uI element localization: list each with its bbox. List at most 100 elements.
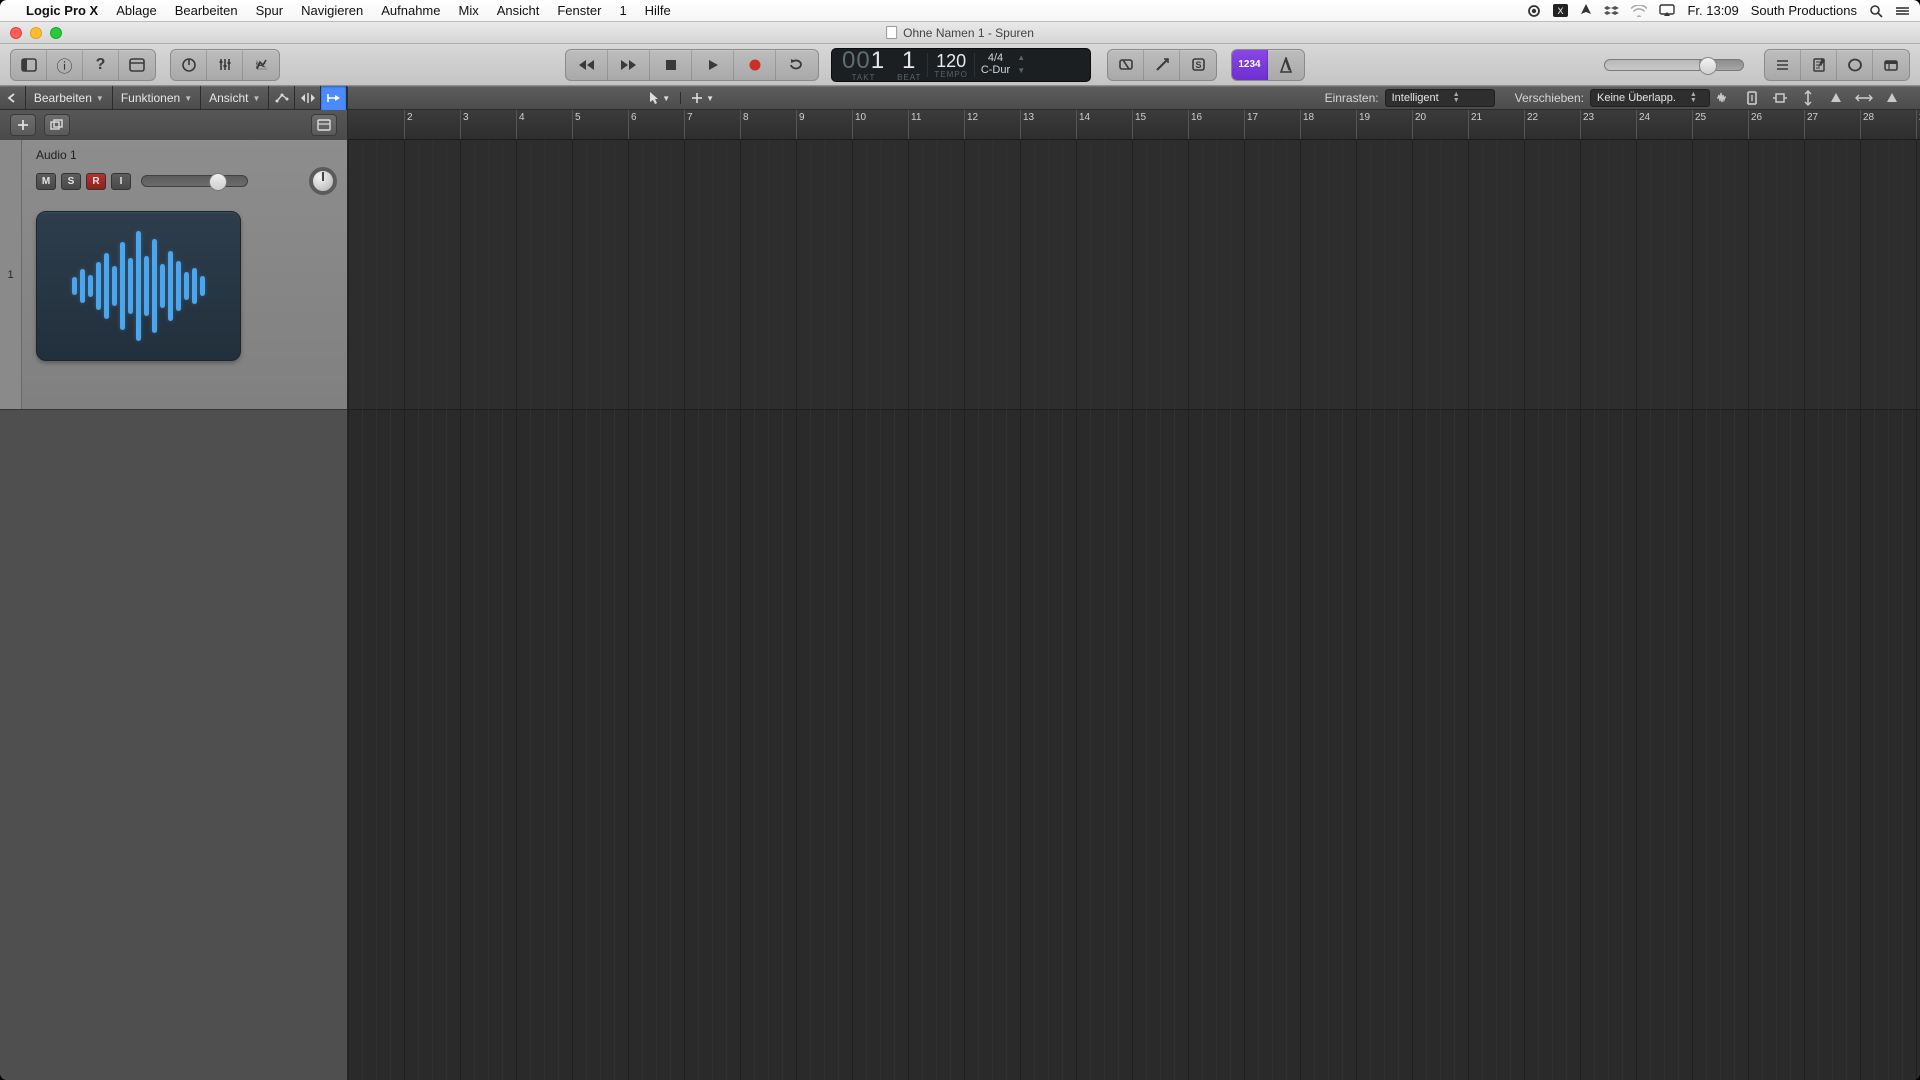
cycle-button[interactable]: [776, 50, 818, 80]
lcd-key[interactable]: C-Dur: [981, 65, 1010, 76]
volume-thumb[interactable]: [1699, 57, 1717, 75]
lcd-tempo-label: TEMPO: [934, 70, 967, 79]
vzoom-thumb[interactable]: [1822, 86, 1850, 110]
left-panel-buttons: ⓘ ?: [10, 49, 156, 81]
arrange-area[interactable]: [348, 140, 1920, 1080]
left-click-tool[interactable]: ▼: [638, 91, 680, 105]
lcd-bar[interactable]: 1: [871, 47, 885, 74]
control-center-icon[interactable]: [1895, 5, 1910, 17]
location-icon[interactable]: [1580, 4, 1592, 18]
metronome-button[interactable]: [1268, 50, 1304, 80]
region-zoom-button[interactable]: [1766, 86, 1794, 110]
timeline-ruler[interactable]: 2345678910111213141516171819202122232425…: [348, 110, 1920, 140]
tray-box-icon[interactable]: X: [1553, 4, 1568, 17]
airplay-icon[interactable]: [1659, 4, 1675, 17]
master-volume-slider[interactable]: [1604, 59, 1744, 71]
mixer-button[interactable]: [207, 50, 243, 80]
loops-button[interactable]: [1837, 50, 1873, 80]
lcd-timesig[interactable]: 4/4: [988, 53, 1003, 64]
autopunch-button[interactable]: [1144, 50, 1180, 80]
track-name[interactable]: Audio 1: [36, 148, 337, 162]
record-button[interactable]: [734, 50, 776, 80]
track-icon[interactable]: [36, 211, 241, 361]
close-window-button[interactable]: [10, 27, 22, 39]
menu-ansicht[interactable]: Ansicht: [497, 3, 540, 18]
replace-button[interactable]: [1108, 50, 1144, 80]
snap-label: Einrasten:: [1325, 91, 1379, 105]
solo-button[interactable]: S: [1180, 50, 1216, 80]
zoom-v-slider-toggle[interactable]: [1794, 86, 1822, 110]
list-editors-button[interactable]: [1765, 50, 1801, 80]
menubar-clock[interactable]: Fr. 13:09: [1687, 3, 1738, 18]
track-header[interactable]: 1 Audio 1 M S R I: [0, 140, 347, 410]
track-volume-slider[interactable]: [141, 175, 248, 187]
drag-dropdown[interactable]: Keine Überlapp. ▲▼: [1590, 89, 1710, 107]
catch-button[interactable]: [321, 86, 347, 110]
hzoom-thumb[interactable]: [1878, 86, 1906, 110]
input-monitor-button[interactable]: I: [111, 173, 131, 190]
track-list: 1 Audio 1 M S R I: [0, 140, 348, 1080]
menu-bearbeiten[interactable]: Bearbeiten: [175, 3, 238, 18]
toolbar-toggle-button[interactable]: [119, 50, 155, 80]
track-volume-thumb[interactable]: [209, 173, 227, 191]
drag-label: Verschieben:: [1515, 91, 1584, 105]
macos-menubar: Logic Pro X Ablage Bearbeiten Spur Navig…: [0, 0, 1920, 22]
waveform-zoom-button[interactable]: [1710, 86, 1738, 110]
lcd-beat[interactable]: 1: [902, 47, 916, 75]
zoom-window-button[interactable]: [50, 27, 62, 39]
mute-button[interactable]: M: [36, 173, 56, 190]
tracks-menu-bearbeiten[interactable]: Bearbeiten▼: [26, 86, 113, 110]
record-status-icon[interactable]: [1527, 4, 1541, 18]
menu-ablage[interactable]: Ablage: [116, 3, 156, 18]
minimize-window-button[interactable]: [30, 27, 42, 39]
play-button[interactable]: [692, 50, 734, 80]
flex-button[interactable]: [295, 86, 321, 110]
vertical-zoom-button[interactable]: [1738, 86, 1766, 110]
rewind-button[interactable]: [566, 50, 608, 80]
cmd-click-tool[interactable]: ▼: [680, 92, 724, 104]
tracks-menu-funktionen[interactable]: Funktionen▼: [113, 86, 201, 110]
menubar-user[interactable]: South Productions: [1751, 3, 1857, 18]
menu-hilfe[interactable]: Hilfe: [645, 3, 671, 18]
lcd-display[interactable]: 001 TAKT 1 BEAT 120 TEMPO 4/4 C-Dur ▲▼: [831, 48, 1091, 82]
tracks-menu-ansicht[interactable]: Ansicht▼: [201, 86, 269, 110]
svg-text:✂: ✂: [256, 58, 267, 72]
lcd-mode-arrows[interactable]: ▲▼: [1016, 54, 1026, 75]
countin-button[interactable]: 1234: [1232, 50, 1268, 80]
track-lane-1[interactable]: [348, 140, 1920, 410]
add-track-button[interactable]: [10, 114, 36, 136]
menu-navigieren[interactable]: Navigieren: [301, 3, 363, 18]
automation-button[interactable]: [269, 86, 295, 110]
menu-spur[interactable]: Spur: [256, 3, 283, 18]
dropbox-icon[interactable]: [1604, 4, 1619, 17]
spotlight-icon[interactable]: [1869, 4, 1883, 18]
menu-app[interactable]: Logic Pro X: [26, 3, 98, 18]
editor-buttons: ✂: [170, 49, 280, 81]
track-header-controls: [0, 110, 348, 140]
wifi-icon[interactable]: [1631, 5, 1647, 17]
library-button[interactable]: [11, 50, 47, 80]
stop-button[interactable]: [650, 50, 692, 80]
pan-knob[interactable]: [309, 167, 337, 195]
quickhelp-button[interactable]: ?: [83, 50, 119, 80]
forward-button[interactable]: [608, 50, 650, 80]
duplicate-track-button[interactable]: [44, 114, 70, 136]
global-tracks-button[interactable]: [311, 114, 337, 136]
zoom-h-slider-toggle[interactable]: [1850, 86, 1878, 110]
menu-fenster[interactable]: Fenster: [557, 3, 601, 18]
lcd-tempo[interactable]: 120: [936, 51, 966, 72]
browser-button[interactable]: [1873, 50, 1909, 80]
menu-aufnahme[interactable]: Aufnahme: [381, 3, 440, 18]
inspector-button[interactable]: ⓘ: [47, 50, 83, 80]
editors-button[interactable]: ✂: [243, 50, 279, 80]
snap-dropdown[interactable]: Intelligent ▲▼: [1385, 89, 1495, 107]
smart-controls-button[interactable]: [171, 50, 207, 80]
menu-1[interactable]: 1: [619, 3, 626, 18]
back-button[interactable]: [0, 86, 26, 110]
record-enable-button[interactable]: R: [86, 173, 106, 190]
menu-mix[interactable]: Mix: [459, 3, 479, 18]
notepad-button[interactable]: [1801, 50, 1837, 80]
solo-track-button[interactable]: S: [61, 173, 81, 190]
track-index: 1: [0, 140, 22, 409]
window-titlebar: Ohne Namen 1 - Spuren: [0, 22, 1920, 44]
